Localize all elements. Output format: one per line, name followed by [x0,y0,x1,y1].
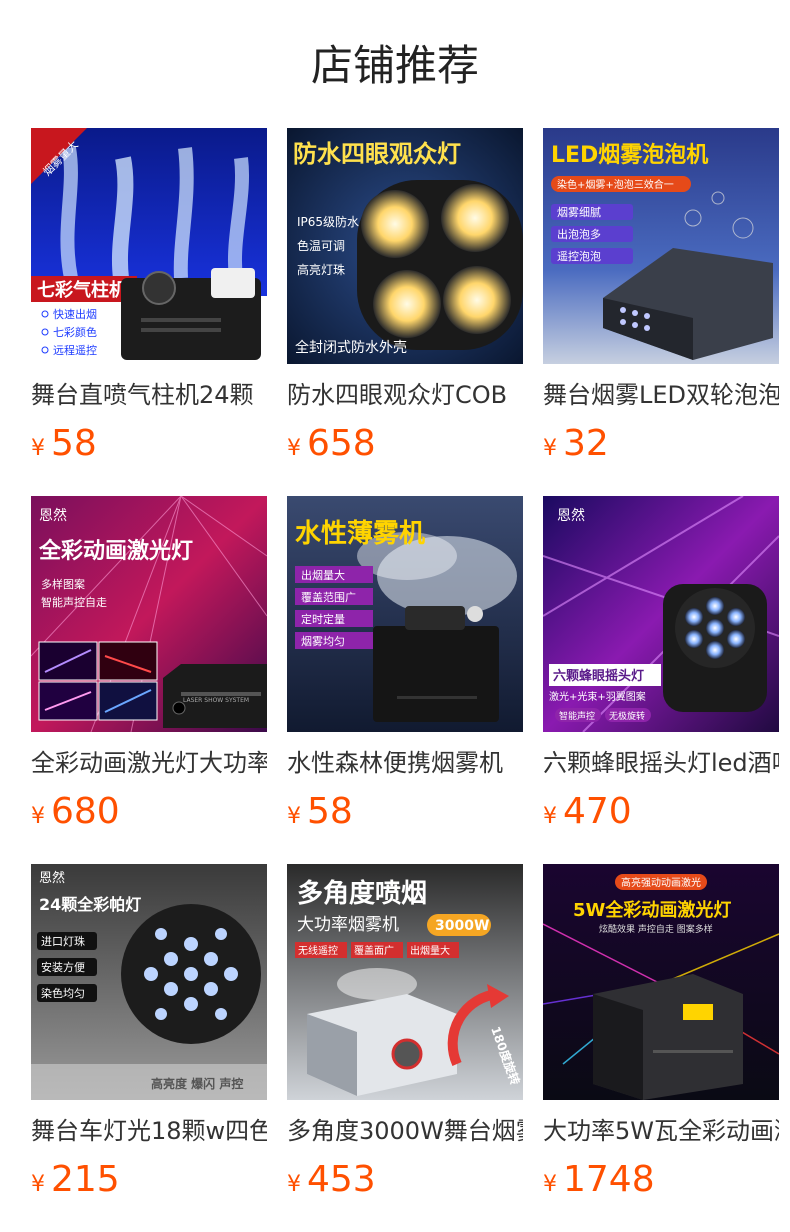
svg-text:出烟量大: 出烟量大 [301,568,345,582]
currency-symbol: ¥ [31,804,45,829]
product-card[interactable]: 防水四眼观众灯 IP65级防水 色温可调 高亮灯珠 全封闭式防水外壳 防水四眼观… [287,128,523,466]
product-card[interactable]: 恩然 六颗蜂眼摇头灯 激光+光束+羽翼图案 智能声控 无极旋转 六颗蜂眼摇头灯l… [543,496,779,834]
product-name: 舞台直喷气柱机24颗 [31,381,254,409]
currency-symbol: ¥ [543,804,557,829]
price-value: 1748 [563,1159,655,1200]
product-price: ¥215 [31,1158,267,1202]
svg-text:无线遥控: 无线遥控 [298,944,338,957]
product-image: 恩然 24颗全彩帕灯 进口灯珠 安装方便 染色均匀 高亮度 爆闪 声控 [31,864,267,1100]
currency-symbol: ¥ [543,1172,557,1197]
brand-label: 恩然 [39,507,67,524]
currency-symbol: ¥ [31,1172,45,1197]
svg-text:覆盖范围广: 覆盖范围广 [301,590,356,604]
image-headline: 24颗全彩帕灯 [39,895,141,914]
currency-symbol: ¥ [287,436,301,461]
currency-symbol: ¥ [31,436,45,461]
price-value: 470 [563,791,632,832]
product-name: 舞台车灯光18颗w四色 [31,1117,267,1145]
svg-text:出烟量大: 出烟量大 [410,944,450,957]
price-value: 58 [307,791,353,832]
svg-text:色温可调: 色温可调 [297,239,345,253]
product-name: 大功率5W瓦全彩动画激光灯 [543,1117,779,1145]
svg-text:远程遥控: 远程遥控 [53,343,97,357]
price-value: 680 [51,791,120,832]
image-headline: 全彩动画激光灯 [38,538,193,564]
svg-text:遥控泡泡: 遥控泡泡 [557,249,601,263]
svg-text:IP65级防水: IP65级防水 [297,214,359,229]
svg-text:覆盖面广: 覆盖面广 [354,944,394,957]
price-value: 215 [51,1159,120,1200]
currency-symbol: ¥ [543,436,557,461]
product-price: ¥58 [31,422,267,466]
svg-text:染色+烟雾+泡泡三效合一: 染色+烟雾+泡泡三效合一 [557,178,674,191]
product-image: 七彩气柱机 烟雾量大 快速出烟 七彩颜色 远程遥控 [31,128,267,364]
svg-text:高亮度 爆闪 声控: 高亮度 爆闪 声控 [151,1076,243,1091]
price-value: 453 [307,1159,376,1200]
product-name: 舞台烟雾LED双轮泡泡 [543,381,779,409]
product-price: ¥658 [287,422,523,466]
product-image: 防水四眼观众灯 IP65级防水 色温可调 高亮灯珠 全封闭式防水外壳 [287,128,523,364]
product-card[interactable]: 恩然 全彩动画激光灯 多样图案 智能声控自走 LASER SHOW SYSTEM… [31,496,267,834]
brand-label: 恩然 [39,870,65,886]
image-headline: 防水四眼观众灯 [293,140,461,168]
currency-symbol: ¥ [287,1172,301,1197]
product-price: ¥58 [287,790,523,834]
product-card[interactable]: 七彩气柱机 烟雾量大 快速出烟 七彩颜色 远程遥控 舞台直喷气柱机24颗 ¥58 [31,128,267,466]
product-image: 恩然 全彩动画激光灯 多样图案 智能声控自走 LASER SHOW SYSTEM [31,496,267,732]
product-image: 多角度喷烟 大功率烟雾机 3000W 无线遥控 覆盖面广 出烟量大 180度旋转 [287,864,523,1100]
currency-symbol: ¥ [287,804,301,829]
image-headline: 七彩气柱机 [37,279,127,301]
image-headline: 多角度喷烟 [297,878,427,909]
svg-text:激光+光束+羽翼图案: 激光+光束+羽翼图案 [549,690,646,703]
product-name: 水性森林便携烟雾机 [287,749,503,777]
price-value: 58 [51,423,97,464]
svg-text:定时定量: 定时定量 [301,612,345,626]
svg-text:染色均匀: 染色均匀 [41,986,85,1000]
product-image: 水性薄雾机 出烟量大 覆盖范围广 定时定量 烟雾均匀 [287,496,523,732]
product-card[interactable]: LED烟雾泡泡机 染色+烟雾+泡泡三效合一 烟雾细腻 出泡泡多 遥控泡泡 舞台烟… [543,128,779,466]
svg-text:LASER SHOW SYSTEM: LASER SHOW SYSTEM [183,697,249,704]
svg-text:高亮强动动画激光: 高亮强动动画激光 [621,876,701,889]
svg-text:智能声控自走: 智能声控自走 [41,595,107,609]
product-card[interactable]: 水性薄雾机 出烟量大 覆盖范围广 定时定量 烟雾均匀 水性森林便携烟雾机 ¥58 [287,496,523,834]
image-headline: 六颗蜂眼摇头灯 [553,668,644,684]
brand-label: 恩然 [557,507,585,524]
product-price: ¥453 [287,1158,523,1202]
svg-text:进口灯珠: 进口灯珠 [41,934,85,948]
image-headline: 5W全彩动画激光灯 [573,899,731,921]
product-name: 六颗蜂眼摇头灯led酒吧 [543,749,779,777]
product-name: 全彩动画激光灯大功率 [31,749,267,777]
product-image: 恩然 六颗蜂眼摇头灯 激光+光束+羽翼图案 智能声控 无极旋转 [543,496,779,732]
product-image: 高亮强动动画激光 5W全彩动画激光灯 炫酷效果 声控自走 图案多样 [543,864,779,1100]
svg-text:无极旋转: 无极旋转 [609,710,645,722]
product-image: LED烟雾泡泡机 染色+烟雾+泡泡三效合一 烟雾细腻 出泡泡多 遥控泡泡 [543,128,779,364]
svg-text:3000W: 3000W [435,918,489,934]
image-headline: 水性薄雾机 [295,519,425,549]
product-price: ¥32 [543,422,779,466]
svg-text:炫酷效果 声控自走 图案多样: 炫酷效果 声控自走 图案多样 [599,923,713,935]
product-price: ¥470 [543,790,779,834]
product-card[interactable]: 多角度喷烟 大功率烟雾机 3000W 无线遥控 覆盖面广 出烟量大 180度旋转… [287,864,523,1202]
product-name: 防水四眼观众灯COB [287,381,508,409]
product-grid: 七彩气柱机 烟雾量大 快速出烟 七彩颜色 远程遥控 舞台直喷气柱机24颗 ¥58 [0,0,790,1232]
product-card[interactable]: 恩然 24颗全彩帕灯 进口灯珠 安装方便 染色均匀 高亮度 爆闪 声控 舞台车灯… [31,864,267,1202]
svg-text:多样图案: 多样图案 [41,577,85,591]
image-headline: LED烟雾泡泡机 [551,142,708,168]
svg-text:安装方便: 安装方便 [41,960,85,974]
svg-text:快速出烟: 快速出烟 [53,307,97,321]
svg-text:烟雾均匀: 烟雾均匀 [301,634,345,648]
product-card[interactable]: 高亮强动动画激光 5W全彩动画激光灯 炫酷效果 声控自走 图案多样 大功率5W瓦… [543,864,779,1202]
product-price: ¥680 [31,790,267,834]
svg-text:烟雾细腻: 烟雾细腻 [557,205,601,219]
price-value: 658 [307,423,376,464]
product-name: 多角度3000W舞台烟雾机 [287,1117,523,1145]
svg-text:七彩颜色: 七彩颜色 [53,325,97,339]
svg-text:智能声控: 智能声控 [559,710,595,722]
svg-text:高亮灯珠: 高亮灯珠 [297,262,345,277]
svg-text:出泡泡多: 出泡泡多 [557,227,601,241]
svg-text:大功率烟雾机: 大功率烟雾机 [297,915,399,935]
price-value: 32 [563,423,609,464]
product-price: ¥1748 [543,1158,779,1202]
svg-text:全封闭式防水外壳: 全封闭式防水外壳 [295,339,407,356]
